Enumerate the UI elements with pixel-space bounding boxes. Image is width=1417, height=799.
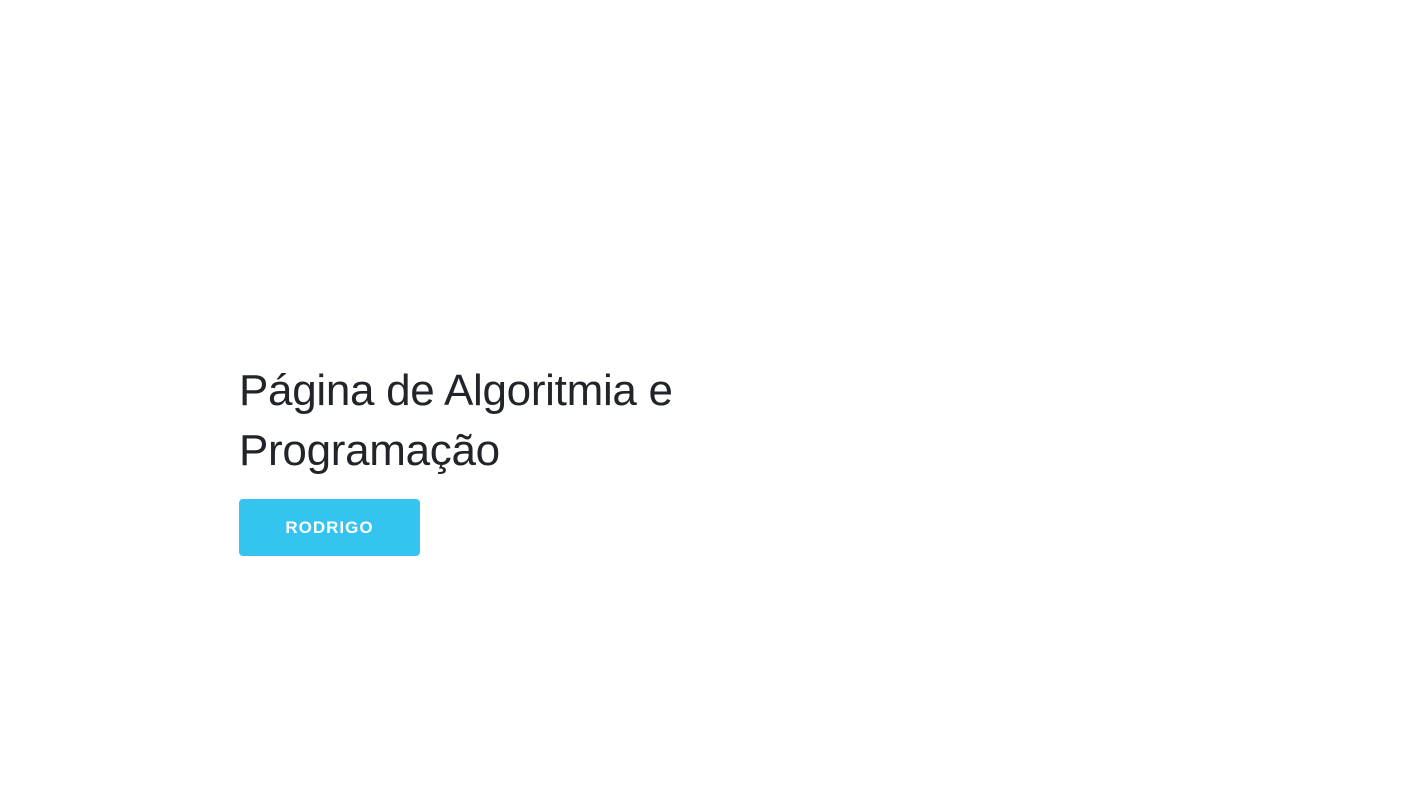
hero-section: Página de Algoritmia e Programação RODRI… — [239, 361, 759, 556]
rodrigo-button[interactable]: RODRIGO — [239, 499, 420, 556]
page-title-line-2: Programação — [239, 426, 500, 475]
page-title-line-1: Página de Algoritmia e — [239, 366, 673, 415]
page-title: Página de Algoritmia e Programação — [239, 361, 759, 481]
